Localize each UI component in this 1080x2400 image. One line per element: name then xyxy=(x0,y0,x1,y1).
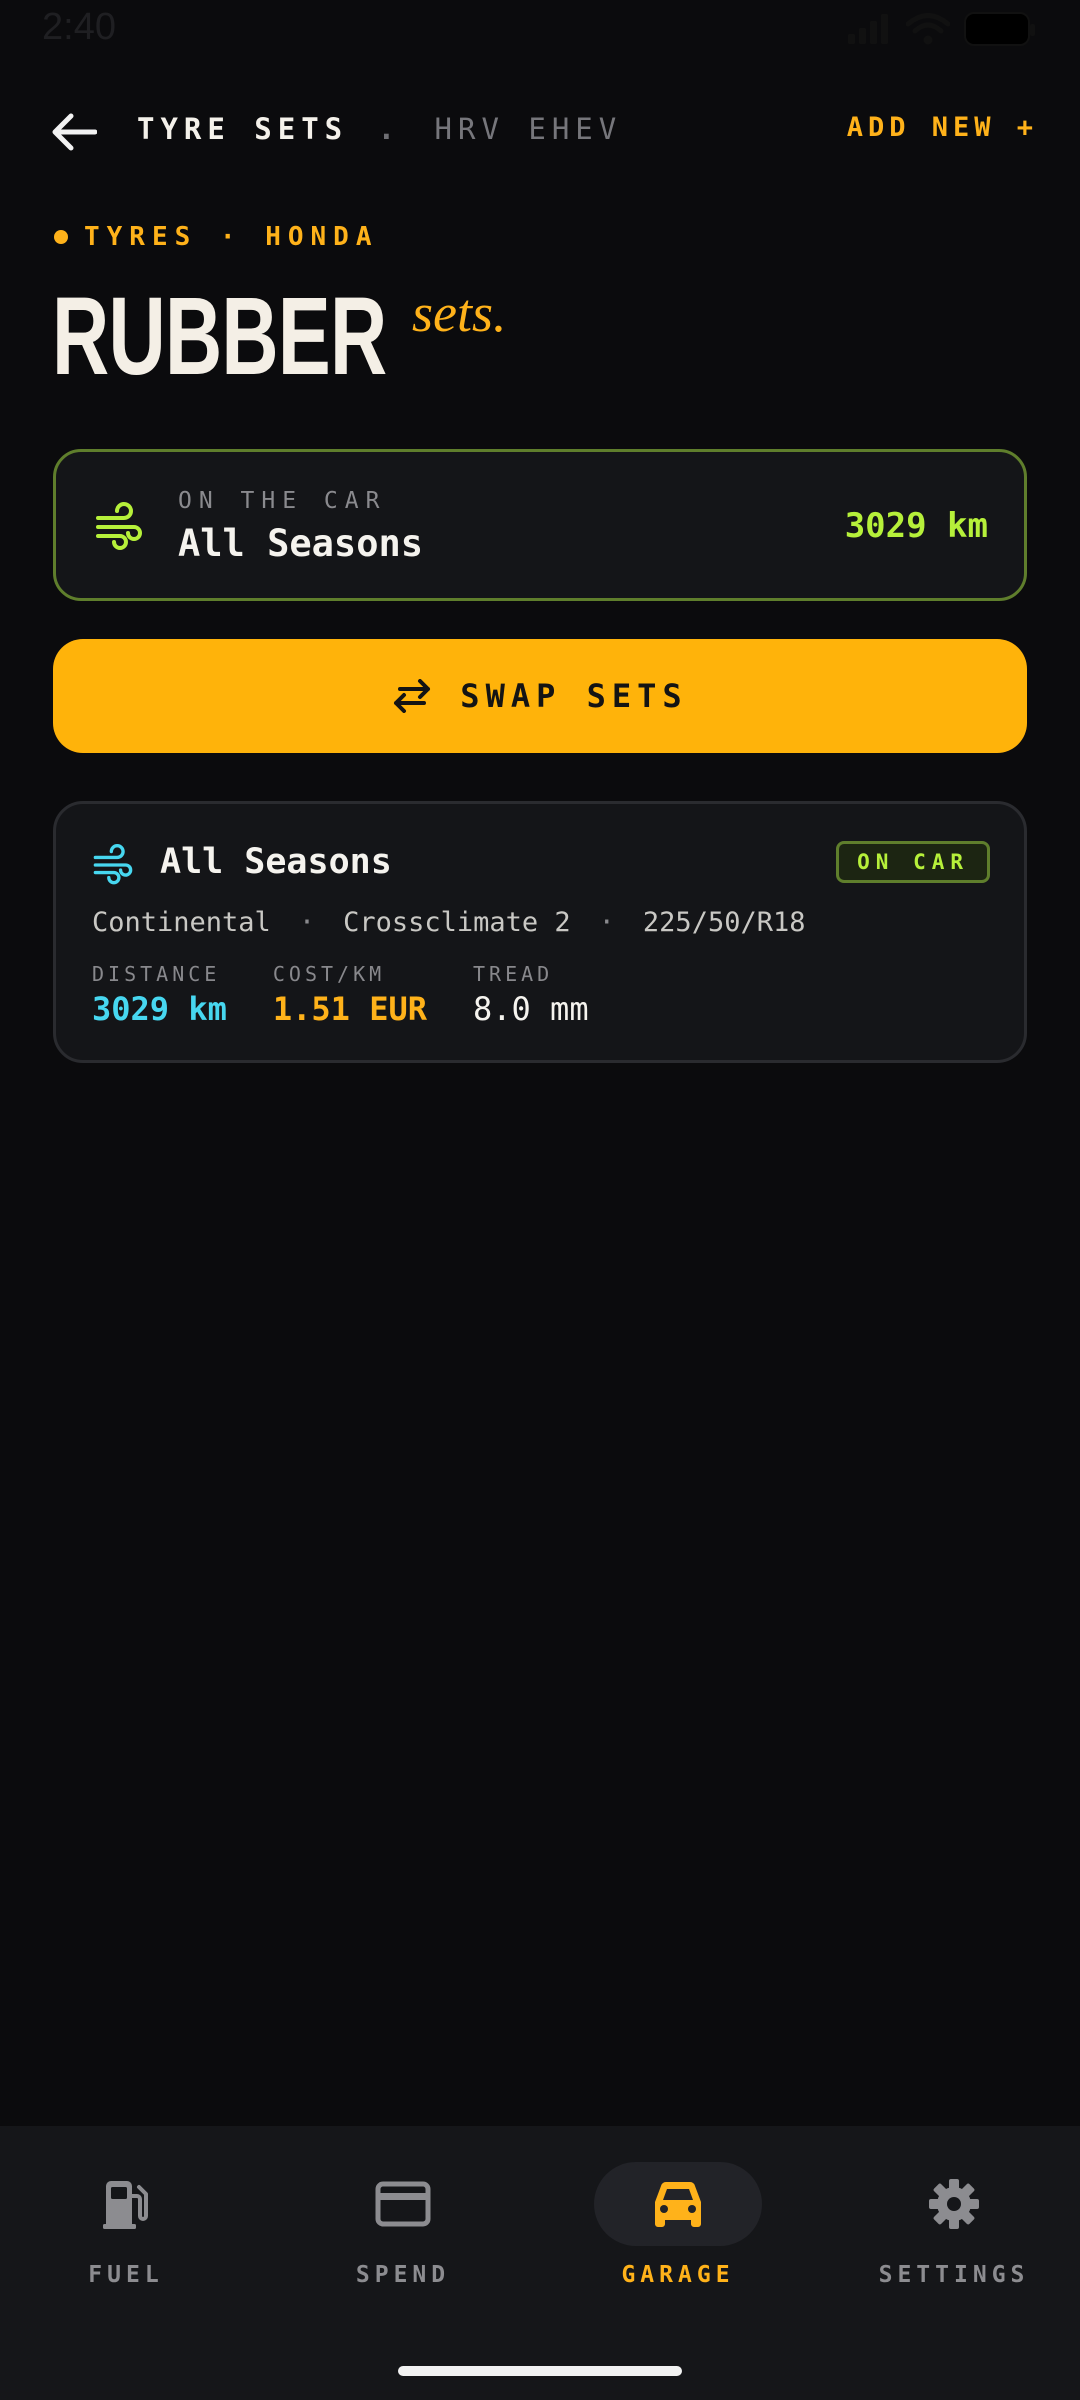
nav-item-garage[interactable]: GARAGE xyxy=(558,2162,798,2302)
stat-cost-per-km: COST/KM 1.51 EUR xyxy=(273,962,427,1028)
on-car-badge: ON CAR xyxy=(836,841,990,883)
back-button[interactable] xyxy=(46,108,102,156)
nav-item-spend[interactable]: SPEND xyxy=(283,2162,523,2302)
nav-item-settings[interactable]: SETTINGS xyxy=(834,2162,1074,2302)
nav-icon-container xyxy=(594,2162,762,2246)
spec-separator: · xyxy=(298,907,316,938)
nav-item-fuel[interactable]: FUEL xyxy=(6,2162,246,2302)
wifi-icon xyxy=(906,13,950,45)
nav-icon-container xyxy=(42,2162,210,2246)
arrow-left-icon xyxy=(52,113,97,151)
status-bar: 2:40 xyxy=(0,0,1080,60)
vehicle-name: HRV EHEV xyxy=(434,112,623,146)
tyre-size: 225/50/R18 xyxy=(642,907,806,938)
page-title-main: RUBBER xyxy=(52,275,387,398)
stat-value: 3029 km xyxy=(92,990,227,1028)
wind-icon xyxy=(93,844,133,885)
stat-value: 1.51 EUR xyxy=(272,990,427,1028)
nav-icon-container xyxy=(319,2162,487,2246)
bottom-navigation: FUEL SPEND GARAGE SETTINGS xyxy=(0,2126,1080,2400)
swap-sets-label: SWAP SETS xyxy=(460,677,688,715)
fuel-pump-icon xyxy=(103,2181,148,2229)
stat-tread: TREAD 8.0 mm xyxy=(473,962,589,1028)
gear-icon xyxy=(929,2179,979,2229)
add-new-button[interactable]: ADD NEW + xyxy=(847,112,1038,143)
nav-label: SETTINGS xyxy=(878,2262,1030,2288)
eyebrow-dot xyxy=(54,230,68,244)
tyre-set-card[interactable]: All Seasons ON CAR Continental · Crosscl… xyxy=(53,801,1027,1063)
eyebrow-label: TYRES · HONDA xyxy=(84,222,379,252)
spec-separator: · xyxy=(598,907,615,938)
top-app-bar: TYRE SETS . HRV EHEV ADD NEW + xyxy=(0,100,1080,164)
current-set-label: ON THE CAR xyxy=(178,488,387,514)
page-title: RUBBER sets. xyxy=(52,282,507,392)
current-set-card[interactable]: ON THE CAR All Seasons 3029 km xyxy=(53,449,1027,601)
tyre-set-specs: Continental · Crossclimate 2 · 225/50/R1… xyxy=(92,907,805,938)
status-icons xyxy=(848,12,1035,46)
home-indicator[interactable] xyxy=(398,2366,682,2376)
car-icon xyxy=(655,2181,701,2227)
tyre-brand: Continental xyxy=(92,907,271,938)
current-set-distance: 3029 km xyxy=(844,506,988,546)
cellular-signal-icon xyxy=(848,14,888,44)
breadcrumb-separator: . xyxy=(377,112,402,146)
page-title-script: sets. xyxy=(412,283,507,343)
stat-label: COST/KM xyxy=(272,962,386,986)
tyre-set-name: All Seasons xyxy=(160,842,392,882)
nav-label: FUEL xyxy=(88,2262,164,2288)
stat-label: TREAD xyxy=(472,962,554,986)
tyre-set-stats: DISTANCE 3029 km COST/KM 1.51 EUR TREAD … xyxy=(92,962,635,1028)
stat-distance: DISTANCE 3029 km xyxy=(92,962,227,1028)
card-icon xyxy=(375,2181,431,2227)
swap-sets-button[interactable]: SWAP SETS xyxy=(53,639,1027,753)
swap-arrows-icon xyxy=(394,679,431,713)
wind-icon xyxy=(96,502,142,550)
nav-label: SPEND xyxy=(355,2262,451,2288)
stat-label: DISTANCE xyxy=(92,962,221,986)
nav-icon-container xyxy=(870,2162,1038,2246)
battery-icon xyxy=(964,12,1035,46)
nav-label: GARAGE xyxy=(621,2262,735,2288)
current-set-name: All Seasons xyxy=(178,522,424,565)
tyre-model: Crossclimate 2 xyxy=(343,907,571,938)
breadcrumb: TYRE SETS . HRV EHEV xyxy=(137,112,622,146)
status-time: 2:40 xyxy=(42,6,116,48)
page-heading: TYRE SETS xyxy=(137,112,349,146)
section-eyebrow: TYRES · HONDA xyxy=(54,222,379,252)
stat-value: 8.0 mm xyxy=(472,990,589,1028)
